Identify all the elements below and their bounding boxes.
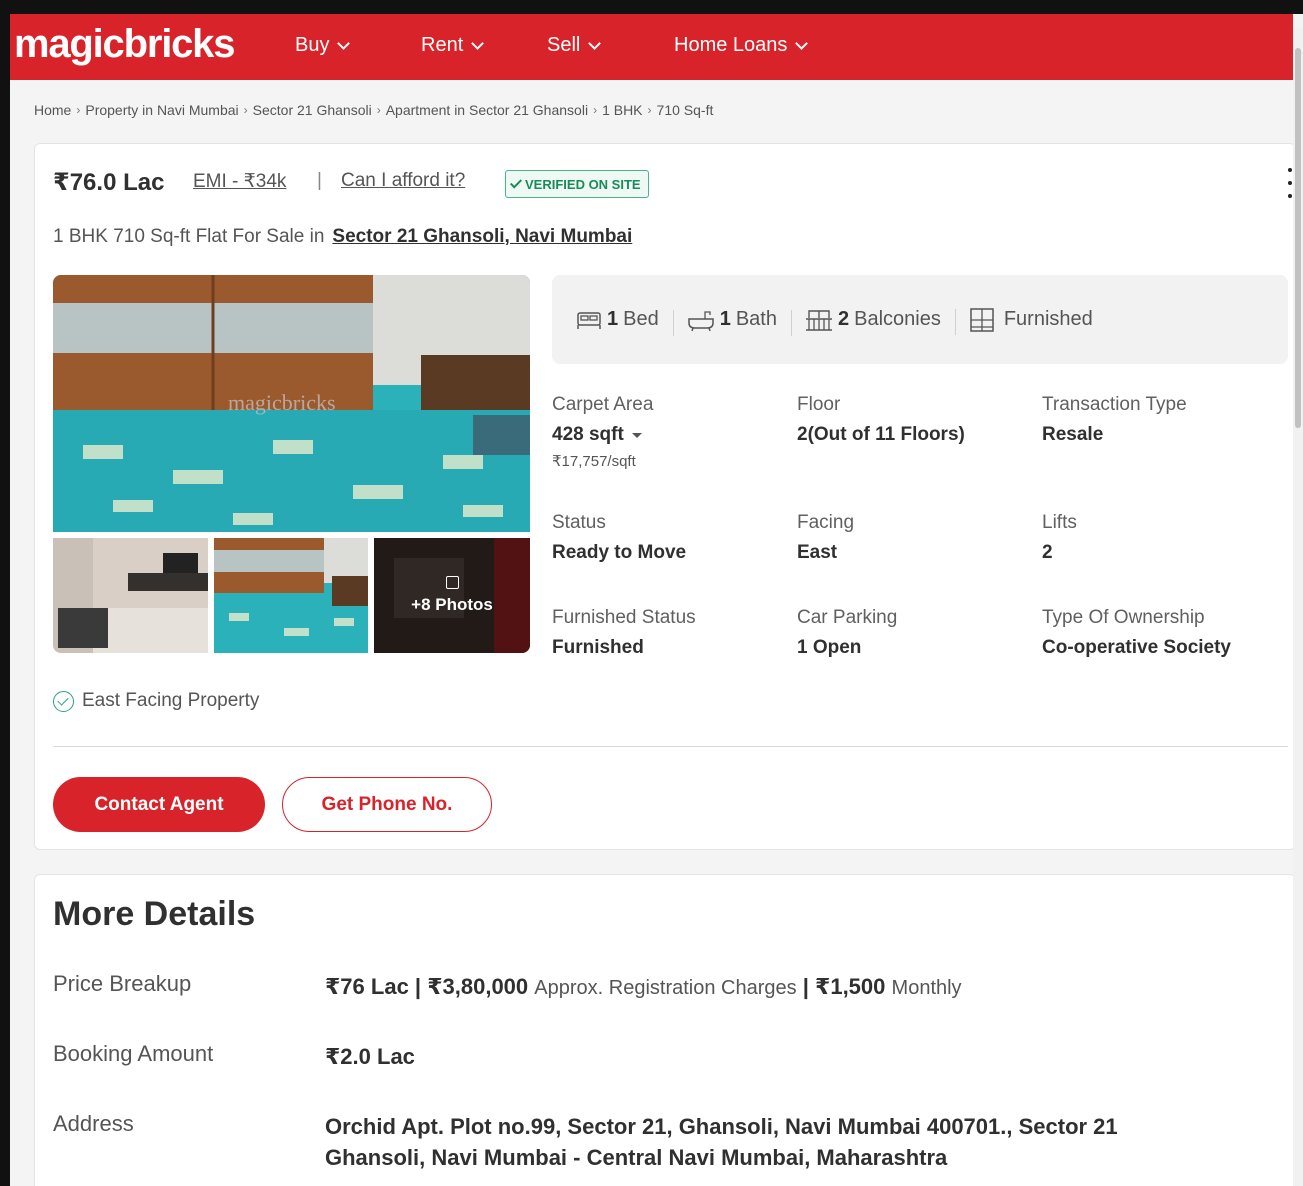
price-breakup-value: ₹76 Lac | ₹3,80,000 Approx. Registration… (325, 974, 962, 999)
breadcrumb-locality[interactable]: Sector 21 Ghansoli (253, 102, 372, 118)
breadcrumb-apartment[interactable]: Apartment in Sector 21 Ghansoli (386, 102, 588, 118)
check-circle-icon (53, 690, 74, 712)
magicbricks-logo[interactable]: magicbricks (14, 22, 235, 67)
breadcrumb-separator: › (76, 103, 81, 117)
check-icon (509, 176, 523, 189)
fact-car-parking: Car Parking 1 Open (797, 607, 898, 658)
caret-down-icon (631, 432, 642, 438)
divider-pipe: | (317, 170, 322, 191)
fact-lifts: Lifts 2 (1042, 512, 1077, 563)
image-icon (445, 576, 459, 589)
fact-carpet-area: Carpet Area 428 sqft ₹17,757/sqft (552, 394, 792, 470)
furnishing: Furnished (954, 307, 1107, 335)
nav-home-loans[interactable]: Home Loans (674, 34, 809, 57)
main-property-photo[interactable]: magicbricks (53, 275, 530, 532)
scrollbar-thumb[interactable] (1295, 48, 1301, 428)
browser-frame: magicbricks Buy Rent Sell Home Loans Hom… (0, 0, 1303, 1186)
bath-count: 1 Bath (672, 308, 791, 336)
fact-floor: Floor 2(Out of 11 Floors) (797, 394, 965, 445)
more-details-card: More Details Price Breakup ₹76 Lac | ₹3,… (34, 874, 1296, 1186)
more-details-title: More Details (53, 895, 256, 933)
bath-icon (687, 310, 714, 331)
chevron-down-icon (795, 36, 809, 50)
nav-rent[interactable]: Rent (421, 34, 485, 57)
page-scrollbar[interactable] (1293, 28, 1303, 1186)
bed-count: 1 Bed (562, 308, 673, 331)
chevron-down-icon (471, 36, 485, 50)
svg-text:magicbricks: magicbricks (228, 390, 336, 415)
breadcrumb-separator: › (647, 103, 652, 117)
location-link[interactable]: Sector 21 Ghansoli, Navi Mumbai (332, 226, 632, 247)
highlight-east-facing: East Facing Property (53, 690, 259, 712)
chevron-down-icon (337, 36, 351, 50)
breadcrumb-separator: › (243, 103, 248, 117)
fact-status: Status Ready to Move (552, 512, 687, 563)
listing-card: ₹76.0 Lac EMI - ₹34k | Can I afford it? … (34, 143, 1296, 850)
bed-icon (577, 311, 601, 329)
breadcrumb-separator: › (593, 103, 598, 117)
get-phone-button[interactable]: Get Phone No. (282, 777, 492, 832)
chevron-down-icon (588, 36, 602, 50)
top-navigation-bar: magicbricks Buy Rent Sell Home Loans (10, 14, 1293, 80)
fact-ownership: Type Of Ownership Co-operative Society (1042, 607, 1231, 658)
breadcrumb: Home › Property in Navi Mumbai › Sector 21… (34, 102, 713, 118)
fact-facing: Facing East (797, 512, 855, 563)
breadcrumb-separator: › (376, 103, 381, 117)
balcony-count: 2 Balconies (791, 308, 955, 336)
fact-transaction-type: Transaction Type Resale (1042, 394, 1187, 445)
listing-price: ₹76.0 Lac (53, 169, 165, 196)
contact-agent-button[interactable]: Contact Agent (53, 777, 265, 832)
afford-link[interactable]: Can I afford it? (341, 170, 465, 192)
carpet-area-unit-selector[interactable]: 428 sqft (552, 424, 792, 446)
divider (53, 746, 1288, 747)
more-photos-overlay: +8 Photos (374, 538, 530, 653)
property-summary-bar: 1 Bed 1 Bath 2 Balconies Furnished (552, 275, 1288, 364)
balcony-icon (806, 309, 832, 331)
listing-title: 1 BHK 710 Sq-ft Flat For Sale in Sector 2… (53, 226, 633, 247)
furnished-icon (970, 307, 994, 332)
breadcrumb-city[interactable]: Property in Navi Mumbai (85, 102, 238, 118)
breadcrumb-size: 710 Sq-ft (656, 102, 714, 118)
nav-buy[interactable]: Buy (295, 34, 351, 57)
breadcrumb-home[interactable]: Home (34, 102, 71, 118)
breadcrumb-bhk[interactable]: 1 BHK (602, 102, 642, 118)
emi-link[interactable]: EMI - ₹34k (193, 170, 286, 193)
fact-furnished-status: Furnished Status Furnished (552, 607, 696, 658)
thumbnail-photo[interactable] (214, 538, 368, 653)
more-photos-thumbnail[interactable]: +8 Photos (374, 538, 530, 653)
nav-sell[interactable]: Sell (547, 34, 602, 57)
verified-badge: VERIFIED ON SITE (505, 170, 649, 198)
thumbnail-photo[interactable] (53, 538, 208, 653)
